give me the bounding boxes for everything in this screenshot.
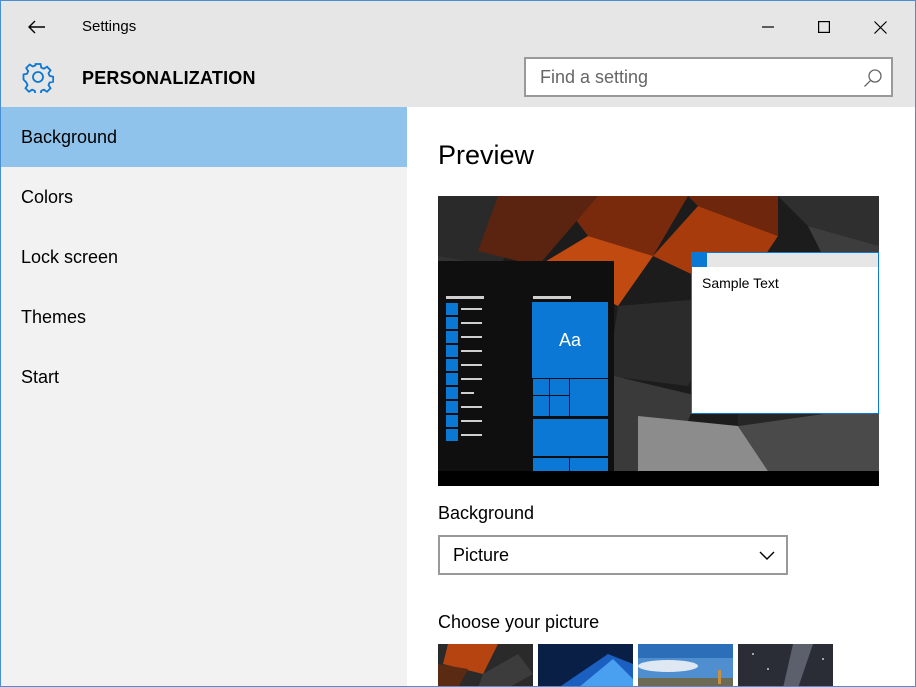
thumbnail-image xyxy=(538,644,633,686)
sidebar-item-start[interactable]: Start xyxy=(1,347,407,407)
settings-window: Settings PERSONALIZATION Find a setting … xyxy=(0,0,916,687)
thumbnail-image xyxy=(738,644,833,686)
back-button[interactable] xyxy=(15,9,59,45)
sidebar-item-label: Lock screen xyxy=(21,247,119,267)
minimize-button[interactable] xyxy=(745,9,791,45)
preview-taskbar xyxy=(438,471,879,486)
sidebar-item-themes[interactable]: Themes xyxy=(1,287,407,347)
picture-thumbnail[interactable] xyxy=(438,644,533,686)
minimize-icon xyxy=(762,26,774,28)
app-title: Settings xyxy=(82,18,137,35)
search-box[interactable] xyxy=(524,57,893,97)
preview-heading: Preview xyxy=(438,140,535,170)
picture-thumbnail[interactable] xyxy=(738,644,833,686)
sidebar-item-lock-screen[interactable]: Lock screen xyxy=(1,227,407,287)
choose-picture-label: Choose your picture xyxy=(438,612,600,632)
gear-icon xyxy=(22,63,54,93)
desktop-preview: Aa Sample Text xyxy=(438,196,879,486)
thumbnail-image xyxy=(438,644,533,686)
preview-sample-window: Sample Text xyxy=(691,252,879,414)
sidebar-item-label: Colors xyxy=(21,187,74,207)
background-dropdown[interactable]: Picture xyxy=(438,535,788,575)
close-icon xyxy=(873,20,887,34)
picture-thumbnail[interactable] xyxy=(538,644,633,686)
search-icon[interactable] xyxy=(863,68,883,88)
maximize-button[interactable] xyxy=(801,9,847,45)
sample-window-titlebar xyxy=(692,253,878,267)
chevron-down-icon xyxy=(759,551,775,560)
maximize-icon xyxy=(818,21,830,33)
thumbnail-image xyxy=(638,644,733,686)
close-button[interactable] xyxy=(857,9,903,45)
sidebar-item-label: Background xyxy=(21,127,118,147)
sidebar-item-label: Start xyxy=(21,367,60,387)
picture-thumbnail[interactable] xyxy=(638,644,733,686)
main-content: Preview Aa Sample Text Background Pictur… xyxy=(407,107,915,686)
sidebar-item-colors[interactable]: Colors xyxy=(1,167,407,227)
sidebar-item-label: Themes xyxy=(21,307,87,327)
background-dropdown-value: Picture xyxy=(453,545,510,565)
sample-text: Sample Text xyxy=(702,275,779,291)
sample-window-accent xyxy=(692,253,707,267)
background-label: Background xyxy=(438,503,535,523)
page-title: PERSONALIZATION xyxy=(82,68,256,88)
back-arrow-icon xyxy=(28,20,45,34)
search-input[interactable] xyxy=(526,59,856,95)
sidebar: Background Colors Lock screen Themes Sta… xyxy=(1,107,407,686)
title-bar: Settings xyxy=(1,1,915,53)
sidebar-item-background[interactable]: Background xyxy=(1,107,407,167)
preview-tile: Aa xyxy=(532,302,608,378)
settings-header: PERSONALIZATION xyxy=(1,53,915,107)
